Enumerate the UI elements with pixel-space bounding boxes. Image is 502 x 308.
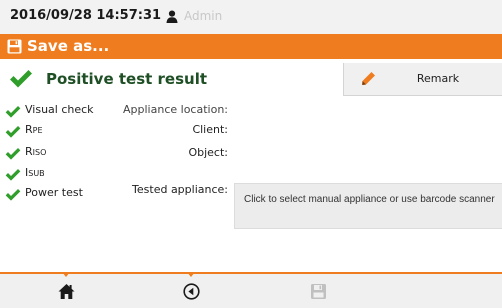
bottom-bar — [0, 272, 502, 308]
datetime: 2016/09/28 14:57:31 — [10, 8, 162, 23]
home-icon — [58, 284, 75, 299]
test-result-title: Positive test result — [46, 70, 208, 88]
status-bar: 2016/09/28 14:57:31 Admin — [0, 0, 502, 34]
check-icon — [5, 186, 21, 201]
tested-appliance-hint: Click to select manual appliance or use … — [244, 194, 495, 205]
back-button[interactable] — [174, 276, 208, 308]
check-icon — [5, 103, 21, 118]
object-label: Object: — [188, 146, 228, 159]
save-icon — [311, 284, 326, 299]
test-label: ISUB — [25, 166, 45, 179]
check-icon — [5, 166, 21, 181]
check-icon — [5, 123, 21, 138]
tested-appliance-selector[interactable]: Click to select manual appliance or use … — [234, 183, 502, 229]
user-name: Admin — [184, 9, 223, 23]
back-icon — [183, 283, 200, 300]
check-icon — [5, 145, 21, 160]
test-label: RPE — [25, 123, 43, 136]
title-bar: Save as... — [0, 34, 502, 59]
floppy-disk-icon — [7, 39, 22, 54]
user-icon — [166, 9, 178, 23]
tested-appliance-label: Tested appliance: — [132, 183, 228, 196]
remark-button[interactable]: Remark — [343, 63, 502, 96]
save-button[interactable] — [301, 276, 335, 308]
test-label: RISO — [25, 145, 47, 158]
page-title: Save as... — [27, 37, 110, 55]
test-label: Visual check — [25, 103, 94, 116]
appliance-location-label: Appliance location: — [123, 103, 228, 116]
home-button[interactable] — [49, 276, 83, 308]
check-icon — [9, 70, 33, 88]
client-label: Client: — [192, 123, 228, 136]
remark-label: Remark — [416, 72, 460, 85]
test-label: Power test — [25, 186, 83, 199]
